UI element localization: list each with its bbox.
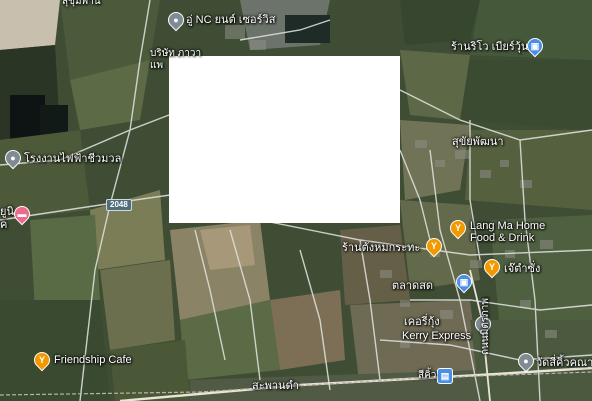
place-label-langma[interactable]: Lang Ma Home	[470, 220, 545, 232]
place-label-kerry-en[interactable]: Kerry Express	[402, 330, 471, 342]
road-shield-2048: 2048	[106, 199, 132, 211]
train-icon[interactable]: ▤	[437, 368, 453, 384]
place-label-power-plant[interactable]: โรงงานไฟฟ้าชีวมวล	[24, 153, 121, 165]
place-label-station-area[interactable]: สะพานดำ	[252, 380, 299, 392]
place-label-market[interactable]: ตลาดสด	[392, 280, 433, 292]
place-label-company-2[interactable]: แพ	[150, 60, 163, 72]
place-label-jay[interactable]: เจ๊ตำซั่ง	[504, 263, 540, 275]
place-label-top[interactable]: สุขุมพาน	[62, 0, 101, 8]
place-label-nc-service[interactable]: อู่ NC ยนต์ เซอร์วิส	[186, 14, 275, 26]
place-label-shop[interactable]: ร้านตังหมกระทะ	[342, 242, 420, 254]
place-label-hotel-2[interactable]: ค	[0, 219, 7, 231]
redaction-panel	[169, 56, 400, 223]
place-label-si-khiu[interactable]: สีคิ้ว	[418, 370, 436, 382]
place-label-district[interactable]: สุขัยพัฒนา	[452, 136, 504, 148]
place-label-supermarket[interactable]: ร้านริโว เบียร์วุ้น	[451, 41, 528, 53]
place-label-company[interactable]: บริษัท ภาวา	[150, 48, 201, 60]
place-label-hotel[interactable]: ยูนิ	[0, 206, 14, 218]
place-label-langma-2[interactable]: Food & Drink	[470, 232, 534, 244]
road-label-vertical: ถนนมิตรภาพ	[480, 298, 491, 355]
place-label-wat[interactable]: วัดสี่คิ้วคณาร	[536, 357, 592, 369]
place-label-friendship[interactable]: Friendship Cafe	[54, 354, 132, 366]
place-label-kerry-th[interactable]: เคอรี่กุ้ง	[404, 316, 440, 328]
